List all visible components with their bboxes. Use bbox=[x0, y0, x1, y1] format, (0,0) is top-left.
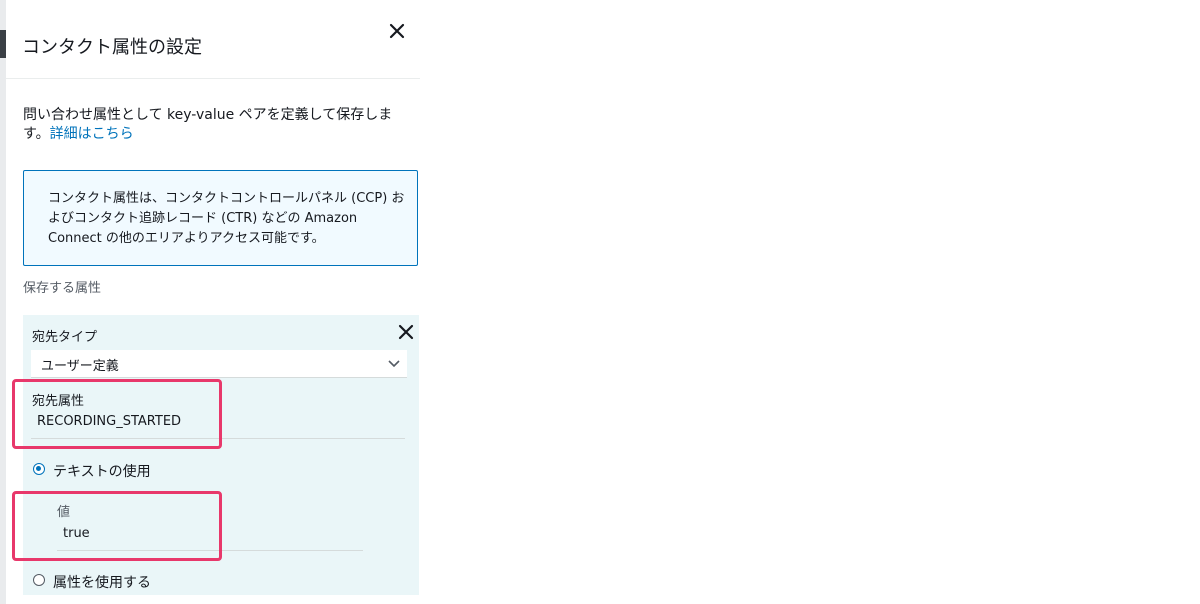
value-label: 値 bbox=[57, 505, 71, 520]
learn-more-link[interactable]: 詳細はこちら bbox=[50, 126, 134, 142]
use-text-radio[interactable] bbox=[33, 463, 45, 475]
destination-attribute-value: RECORDING_STARTED bbox=[37, 414, 182, 429]
remove-attribute-button[interactable] bbox=[397, 323, 415, 341]
destination-attribute-label: 宛先属性 bbox=[32, 394, 85, 409]
attribute-card: 宛先タイプ ユーザー定義 宛先属性 RECORDING_STARTED テキスト… bbox=[23, 315, 419, 595]
destination-type-select[interactable]: ユーザー定義 bbox=[31, 350, 407, 378]
use-text-label[interactable]: テキストの使用 bbox=[53, 461, 151, 481]
destination-attribute-input[interactable]: RECORDING_STARTED bbox=[31, 408, 405, 439]
contact-attributes-panel: コンタクト属性の設定 問い合わせ属性として key-value ペアを定義して保… bbox=[6, 0, 432, 604]
chevron-down-icon bbox=[388, 360, 400, 368]
value-input[interactable]: true bbox=[57, 520, 363, 551]
destination-type-value: ユーザー定義 bbox=[41, 359, 119, 374]
value-input-value: true bbox=[63, 526, 90, 541]
attributes-section-label: 保存する属性 bbox=[23, 281, 102, 296]
info-alert: コンタクト属性は、コンタクトコントロールパネル (CCP) およびコンタクト追跡… bbox=[23, 170, 418, 266]
use-attribute-label[interactable]: 属性を使用する bbox=[53, 572, 151, 592]
panel-description: 問い合わせ属性として key-value ペアを定義して保存します。詳細はこちら bbox=[23, 106, 403, 144]
destination-type-label: 宛先タイプ bbox=[32, 330, 98, 345]
close-icon bbox=[389, 23, 405, 39]
panel-header: コンタクト属性の設定 bbox=[6, 0, 420, 79]
close-panel-button[interactable] bbox=[386, 20, 408, 42]
info-alert-text: コンタクト属性は、コンタクトコントロールパネル (CCP) およびコンタクト追跡… bbox=[48, 191, 405, 246]
close-icon bbox=[398, 324, 414, 340]
use-attribute-radio[interactable] bbox=[33, 574, 45, 586]
panel-title: コンタクト属性の設定 bbox=[22, 37, 202, 58]
